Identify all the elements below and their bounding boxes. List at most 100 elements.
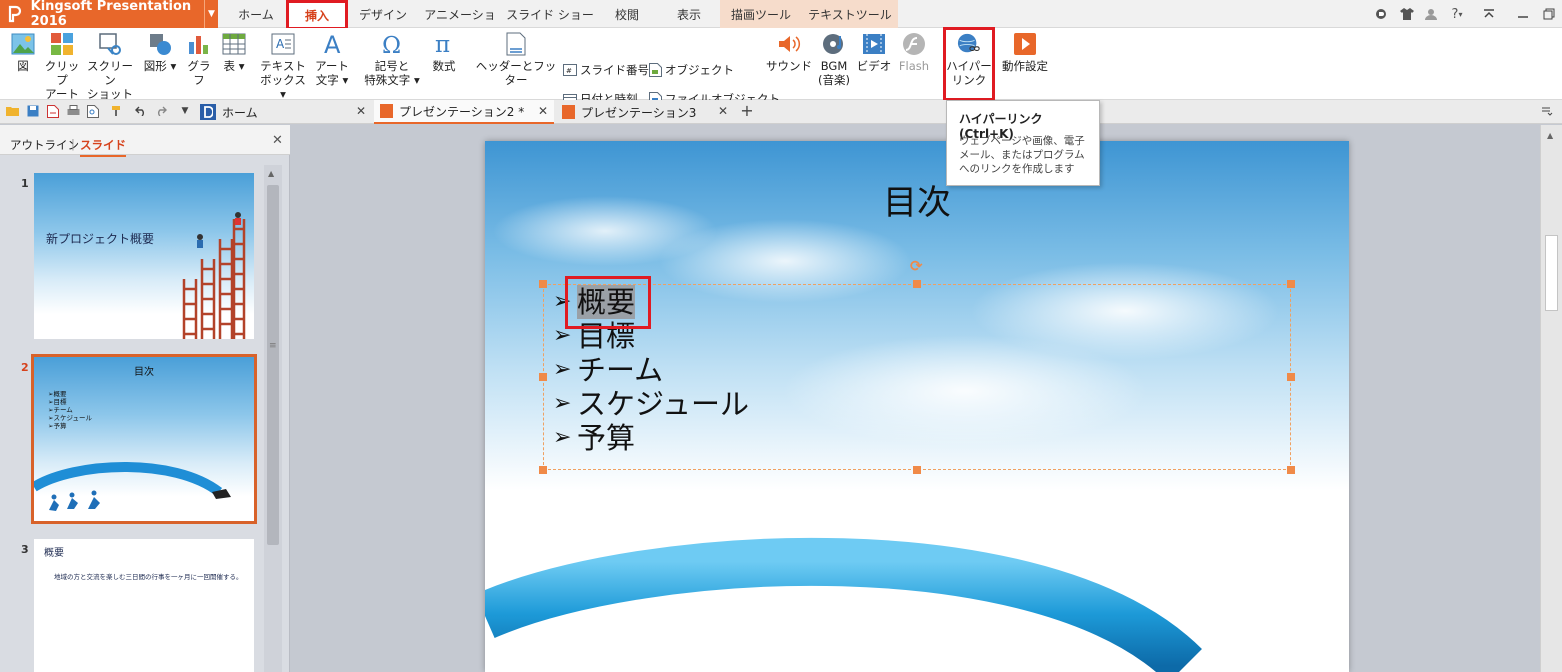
action-settings-button[interactable]: 動作設定 xyxy=(998,32,1052,73)
slides-panel-scrollbar[interactable]: ▲ ≡ xyxy=(264,165,282,672)
open-folder-icon[interactable] xyxy=(6,104,20,118)
resize-handle-t[interactable] xyxy=(913,280,921,288)
bullet-item[interactable]: ➢ 概要 xyxy=(553,285,749,319)
presentation-file-icon xyxy=(562,105,575,119)
selected-text-overview[interactable]: 概要 xyxy=(577,285,636,319)
bullet-arrow-icon: ➢ xyxy=(553,289,572,314)
tab-slideshow[interactable]: スライド ショー xyxy=(506,0,594,28)
resize-handle-l[interactable] xyxy=(539,373,547,381)
picture-button[interactable]: 図 xyxy=(8,32,38,73)
video-button[interactable]: ビデオ xyxy=(856,32,892,73)
kingsoft-logo-icon xyxy=(6,4,25,24)
redo-icon[interactable] xyxy=(154,104,168,118)
print-preview-icon[interactable] xyxy=(86,104,100,118)
clipart-button[interactable]: クリップ アート xyxy=(40,32,84,101)
globe-link-icon xyxy=(957,32,981,56)
skin-icon[interactable] xyxy=(1370,0,1392,28)
export-pdf-icon[interactable] xyxy=(46,104,60,118)
resize-handle-bl[interactable] xyxy=(539,466,547,474)
header-footer-button[interactable]: ヘッダーとフッター xyxy=(474,32,558,87)
table-dropdown-icon: ▾ xyxy=(238,59,245,73)
slide-thumbnail-3[interactable]: 概要 地域の方と交流を楽しむ三日間の行事を一ヶ月に一回開催する。 xyxy=(34,539,254,672)
canvas-vertical-scrollbar[interactable]: ▲ xyxy=(1540,125,1562,672)
tab-review[interactable]: 校閲 xyxy=(604,0,650,28)
doc-tab-home[interactable]: ホーム ✕ xyxy=(196,100,372,124)
tab-text-tools[interactable]: テキストツール xyxy=(802,0,898,28)
object-button[interactable]: オブジェクト xyxy=(648,62,734,78)
flash-button[interactable]: Flash xyxy=(896,32,932,73)
speaker-icon xyxy=(777,32,801,56)
symbol-button[interactable]: Ω 記号と 特殊文字 ▾ xyxy=(360,32,424,87)
close-panel-icon[interactable]: ✕ xyxy=(272,133,283,148)
sound-button[interactable]: サウンド xyxy=(766,32,812,73)
tab-view[interactable]: 表示 xyxy=(664,0,714,28)
table-button[interactable]: 表 ▾ xyxy=(218,32,250,73)
hyperlink-button[interactable]: ハイパー リンク xyxy=(946,32,992,87)
minimize-icon[interactable] xyxy=(1512,0,1534,28)
slides-panel: アウトライン | スライド ✕ 1 新プロジェクト概要 2 目次 ➢概要 ➢目標… xyxy=(0,125,290,672)
shape-dropdown-icon: ▾ xyxy=(170,59,177,73)
tab-insert[interactable]: 挿入 xyxy=(288,0,346,28)
tab-animation[interactable]: アニメーション xyxy=(420,0,500,52)
action-play-icon xyxy=(1013,32,1037,56)
slide-thumbnail-1[interactable]: 新プロジェクト概要 xyxy=(34,173,254,339)
svg-text:π: π xyxy=(435,32,450,56)
picture-icon xyxy=(11,32,35,56)
app-menu-dropdown-icon[interactable]: ▼ xyxy=(204,0,218,28)
chart-button[interactable]: グラフ xyxy=(182,32,216,87)
panel-tab-separator: | xyxy=(71,137,75,151)
document-tabs-bar: ▼ ホーム ✕ プレゼンテーション2 * ✕ プレゼンテーション3 ✕ + xyxy=(0,100,1562,124)
format-painter-icon[interactable] xyxy=(110,104,124,118)
tab-slides[interactable]: スライド xyxy=(80,137,126,157)
doc-tab-presentation3[interactable]: プレゼンテーション3 ✕ xyxy=(556,100,734,124)
bullet-item[interactable]: ➢ スケジュール xyxy=(553,387,749,421)
rotate-handle-icon[interactable]: ⟳ xyxy=(910,257,923,275)
scroll-up-icon[interactable]: ▲ xyxy=(1547,131,1553,140)
close-tab-presentation2-icon[interactable]: ✕ xyxy=(538,104,548,118)
help-button[interactable]: ? ▾ xyxy=(1444,0,1470,28)
resize-handle-r[interactable] xyxy=(1287,373,1295,381)
bullet-item[interactable]: ➢ 予算 xyxy=(553,421,749,455)
save-icon[interactable] xyxy=(26,104,40,118)
bullet-list[interactable]: ➢ 概要 ➢ 目標 ➢ チーム ➢ スケジュール ➢ 予算 xyxy=(553,285,749,455)
tab-home[interactable]: ホーム xyxy=(228,0,284,28)
new-tab-plus-icon[interactable]: + xyxy=(740,101,754,120)
user-icon[interactable] xyxy=(1420,0,1442,28)
close-tab-home-icon[interactable]: ✕ xyxy=(356,104,366,118)
tab-drawing-tools[interactable]: 描画ツール xyxy=(720,0,802,28)
resize-handle-b[interactable] xyxy=(913,466,921,474)
svg-text:#: # xyxy=(566,67,572,75)
canvas-scroll-thumb[interactable] xyxy=(1545,235,1558,311)
resize-handle-tr[interactable] xyxy=(1287,280,1295,288)
restore-icon[interactable] xyxy=(1538,0,1560,28)
quick-access-dropdown-icon[interactable]: ▼ xyxy=(178,104,192,118)
hyperlink-tooltip: ハイパーリンク (Ctrl+K) ウェブページや画像、電子メール、またはプログラ… xyxy=(946,100,1100,186)
slide-thumbnail-2[interactable]: 目次 ➢概要 ➢目標 ➢チーム ➢スケジュール ➢予算 xyxy=(31,354,257,524)
bgm-button[interactable]: BGM (音楽) xyxy=(814,32,854,87)
app-menu-button[interactable]: Kingsoft Presentation 2016 ▼ xyxy=(0,0,218,29)
bullet-item[interactable]: ➢ チーム xyxy=(553,353,749,387)
tab-design[interactable]: デザイン xyxy=(352,0,414,28)
scroll-up-icon[interactable]: ▲ xyxy=(268,169,274,178)
print-icon[interactable] xyxy=(66,104,80,118)
doc-tab-presentation2[interactable]: プレゼンテーション2 * ✕ xyxy=(374,100,554,124)
collapse-ribbon-icon[interactable] xyxy=(1478,0,1500,28)
bullet-arrow-icon: ➢ xyxy=(553,391,572,416)
shape-button[interactable]: 図形 ▾ xyxy=(140,32,180,73)
undo-icon[interactable] xyxy=(134,104,148,118)
slide-number-button[interactable]: # スライド番号 xyxy=(563,62,649,78)
tab-outline[interactable]: アウトライン xyxy=(10,137,79,153)
bullet-item[interactable]: ➢ 目標 xyxy=(553,319,749,353)
resize-handle-br[interactable] xyxy=(1287,466,1295,474)
close-tab-presentation3-icon[interactable]: ✕ xyxy=(718,104,728,118)
shirt-icon[interactable] xyxy=(1396,0,1418,28)
equation-button[interactable]: π 数式 xyxy=(426,32,462,73)
slide-title[interactable]: 目次 xyxy=(485,175,1349,224)
current-slide[interactable]: 目次 ⟳ ➢ 概要 ➢ 目標 ➢ チーム ➢ スケジュール ➢ 予算 xyxy=(485,141,1349,672)
textbox-button[interactable]: A テキスト ボックス ▾ xyxy=(258,32,308,101)
resize-handle-tl[interactable] xyxy=(539,280,547,288)
tabs-menu-icon[interactable] xyxy=(1540,104,1554,118)
slides-panel-scroll-thumb[interactable] xyxy=(267,185,279,545)
wordart-button[interactable]: A アート 文字 ▾ xyxy=(310,32,354,87)
ladder-illustration xyxy=(182,212,246,339)
